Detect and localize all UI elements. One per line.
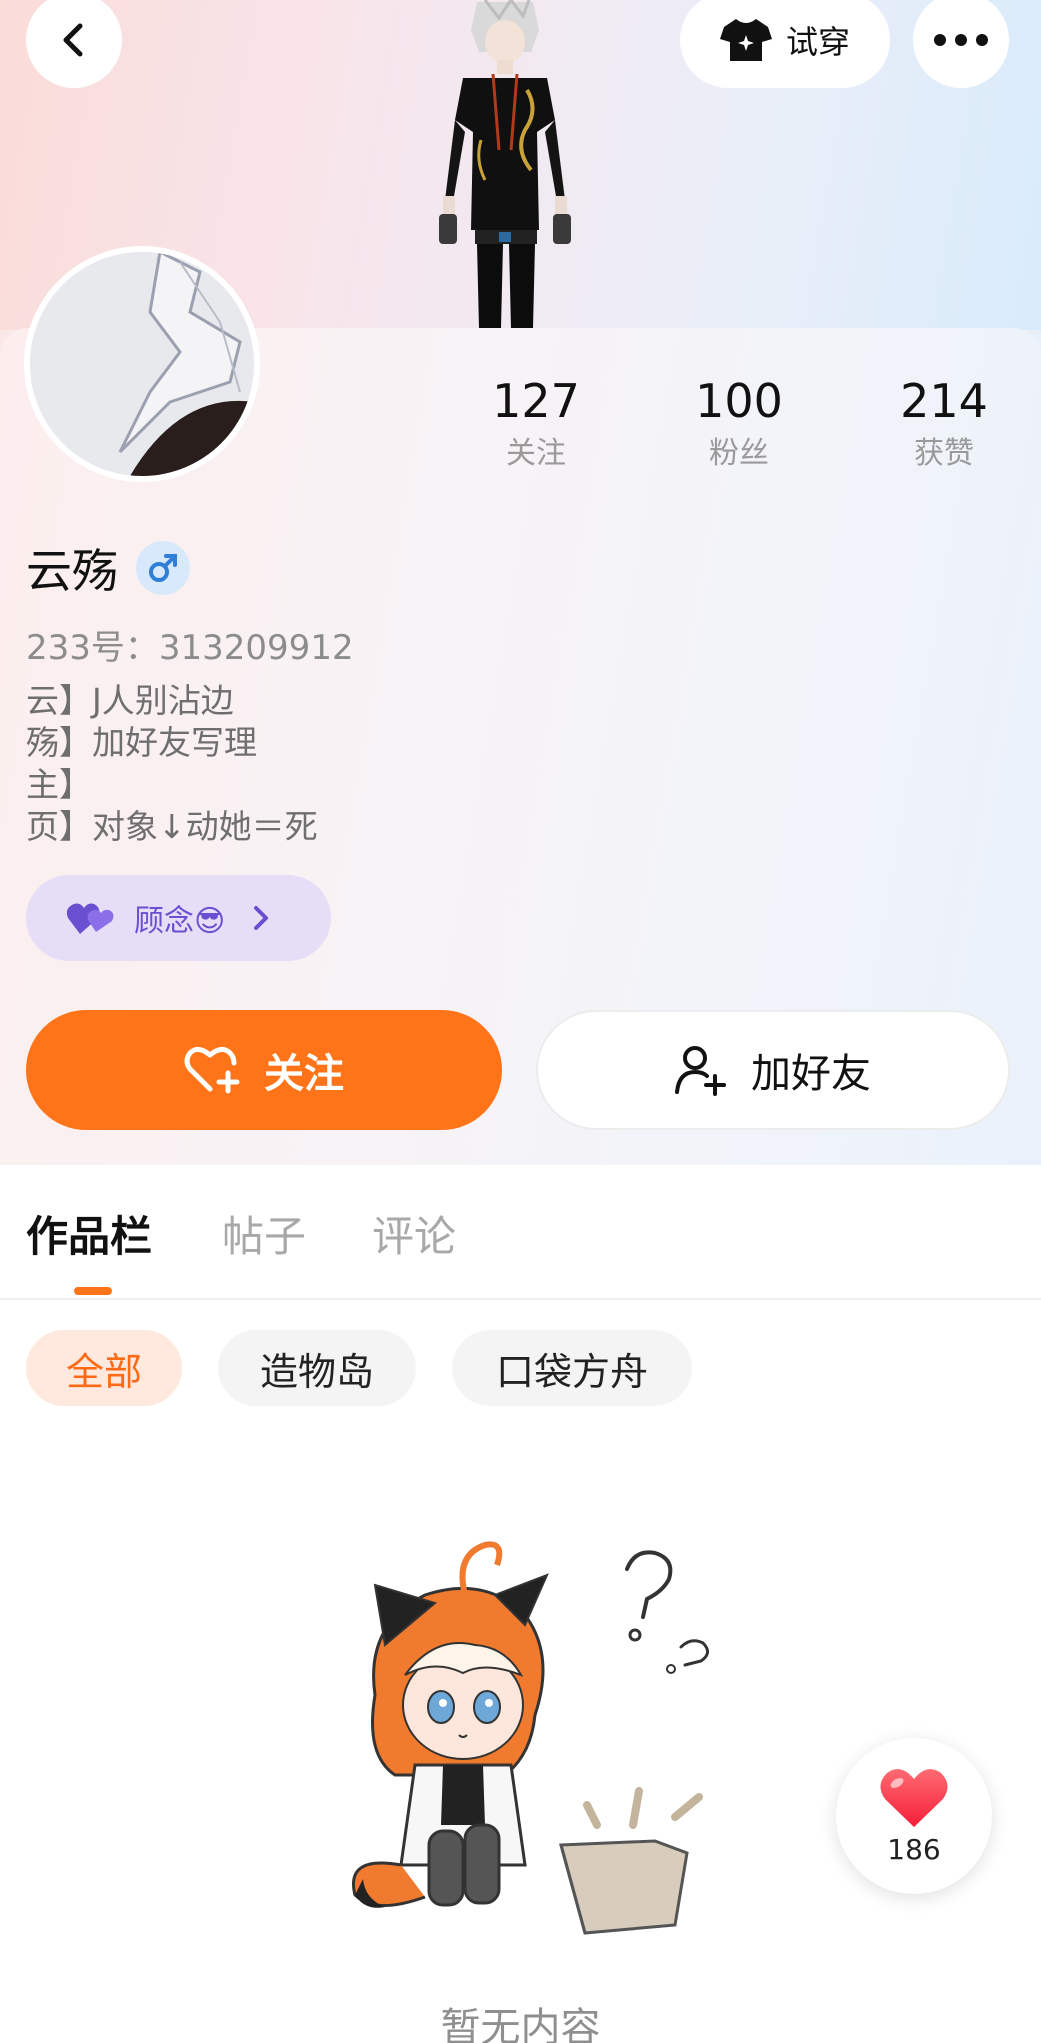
bio-line: 主】 [26,765,92,804]
chevron-left-icon [63,23,83,57]
tshirt-icon [719,19,772,61]
avatar-image [30,252,254,476]
stat-label: 获赞 [914,436,974,471]
empty-state-illustration [352,1541,709,1935]
divider [0,1298,1041,1300]
add-user-icon [675,1046,726,1096]
relationship-tag-text: 顾念😎 [134,904,226,939]
stat-label: 粉丝 [709,436,769,471]
avatar-3d-character[interactable] [415,0,595,328]
empty-state-text: 暂无内容 [440,2005,601,2043]
try-on-button[interactable]: 试穿 [680,0,890,88]
like-button[interactable]: 186 [836,1738,992,1894]
add-friend-label: 加好友 [751,1051,871,1097]
stat-value: 100 [695,374,783,428]
relationship-tag[interactable]: 顾念😎 [26,875,331,961]
tab-active-indicator [74,1287,112,1295]
follow-label: 关注 [264,1051,344,1097]
bio-line: 页】对象↓动她＝死 [26,807,318,846]
tab-posts[interactable]: 帖子 [222,1203,306,1264]
heart-plus-icon [184,1047,240,1094]
try-on-label: 试穿 [785,23,850,61]
content-tabs: 作品栏 帖子 评论 [0,1165,1041,1300]
nickname-row: 云殇 [26,535,190,601]
stat-following[interactable]: 127 关注 [456,370,616,476]
stat-likes[interactable]: 214 获赞 [864,370,1024,476]
stat-followers[interactable]: 100 粉丝 [659,370,819,476]
more-icon [934,34,988,46]
stat-label: 关注 [506,436,566,471]
add-friend-button[interactable]: 加好友 [536,1010,1010,1130]
like-count: 186 [887,1832,941,1866]
stat-value: 214 [900,374,988,428]
nickname: 云殇 [26,544,118,598]
tab-works[interactable]: 作品栏 [26,1203,152,1264]
gender-badge [136,541,190,595]
heart-icon [880,1768,948,1827]
filter-chips: 全部 造物岛 口袋方舟 [0,1330,1041,1406]
tab-comments[interactable]: 评论 [372,1203,456,1264]
bio-line: 殇】加好友写理 [26,723,257,762]
user-id: 233号：313209912 [26,628,354,668]
chevron-right-icon [254,906,269,930]
stat-value: 127 [492,374,580,428]
filter-chip-pocket-ark[interactable]: 口袋方舟 [452,1330,692,1406]
filter-chip-creation-island[interactable]: 造物岛 [218,1330,416,1406]
filter-chip-all[interactable]: 全部 [26,1330,182,1406]
bio-line: 云】J人别沾边 [26,681,234,720]
bio: 云】J人别沾边 殇】加好友写理 主】 页】对象↓动她＝死 [26,680,318,848]
male-icon [149,554,177,582]
user-avatar[interactable] [24,246,260,482]
profile-page: 试穿 127 关注 100 粉丝 214 获赞 云殇 233号：31320991… [0,0,1041,2043]
follow-button[interactable]: 关注 [26,1010,502,1130]
double-heart-icon [66,903,114,934]
